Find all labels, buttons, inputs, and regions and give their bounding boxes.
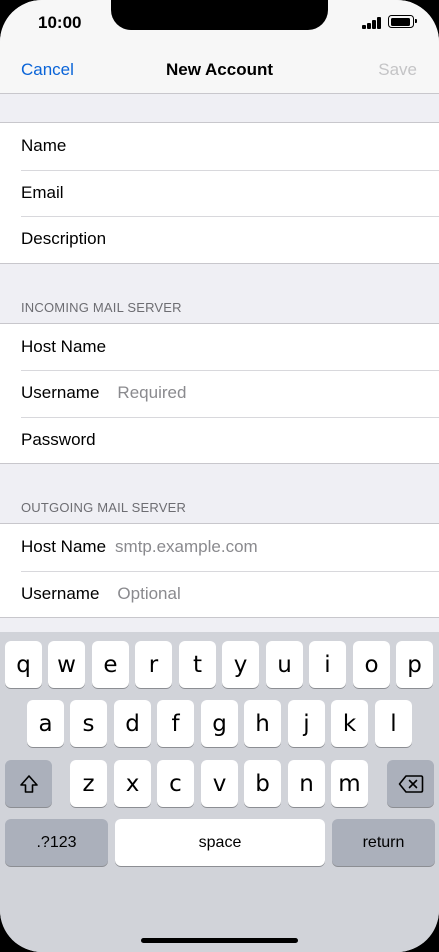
name-field[interactable]: Name bbox=[0, 123, 439, 170]
status-time: 10:00 bbox=[38, 13, 82, 32]
home-indicator bbox=[141, 938, 298, 943]
incoming-password-field[interactable]: Password bbox=[0, 416, 439, 464]
outgoing-host-name-field[interactable]: Host Name smtp.example.com bbox=[0, 524, 439, 571]
key-r[interactable]: r bbox=[135, 641, 172, 688]
email-field[interactable]: Email bbox=[0, 169, 439, 217]
key-d[interactable]: d bbox=[114, 700, 151, 747]
shift-key[interactable] bbox=[5, 760, 52, 807]
key-s[interactable]: s bbox=[70, 700, 107, 747]
incoming-host-name-label: Host Name bbox=[21, 336, 107, 356]
keyboard: q w e r t y u i o p a s d f g h j k l z … bbox=[0, 632, 439, 952]
incoming-section-header: INCOMING MAIL SERVER bbox=[21, 299, 182, 315]
name-label: Name bbox=[21, 136, 67, 156]
key-u[interactable]: u bbox=[266, 641, 303, 688]
key-o[interactable]: o bbox=[353, 641, 390, 688]
cellular-signal-icon bbox=[362, 17, 382, 29]
outgoing-host-value: smtp.example.com bbox=[115, 537, 258, 557]
return-key[interactable]: return bbox=[332, 819, 435, 866]
key-p[interactable]: p bbox=[396, 641, 433, 688]
key-a[interactable]: a bbox=[27, 700, 64, 747]
key-t[interactable]: t bbox=[179, 641, 216, 688]
key-m[interactable]: m bbox=[331, 760, 368, 807]
account-info-group: Name Email Description bbox=[0, 122, 439, 264]
key-b[interactable]: b bbox=[244, 760, 281, 807]
outgoing-username-label: Username bbox=[21, 583, 100, 603]
navigation-bar: Cancel New Account Save bbox=[0, 48, 439, 94]
description-label: Description bbox=[21, 229, 107, 249]
email-label: Email bbox=[21, 182, 64, 202]
key-q[interactable]: q bbox=[5, 641, 42, 688]
key-l[interactable]: l bbox=[375, 700, 412, 747]
key-n[interactable]: n bbox=[288, 760, 325, 807]
incoming-username-label: Username bbox=[21, 383, 100, 403]
key-j[interactable]: j bbox=[288, 700, 325, 747]
numbers-key[interactable]: .?123 bbox=[5, 819, 108, 866]
shift-icon bbox=[19, 774, 38, 793]
key-w[interactable]: w bbox=[48, 641, 85, 688]
key-c[interactable]: c bbox=[157, 760, 194, 807]
page-title: New Account bbox=[165, 60, 274, 79]
incoming-password-label: Password bbox=[21, 429, 96, 449]
key-i[interactable]: i bbox=[309, 641, 346, 688]
battery-icon bbox=[388, 15, 417, 28]
delete-icon bbox=[398, 774, 423, 793]
space-key[interactable]: space bbox=[115, 819, 325, 866]
key-v[interactable]: v bbox=[201, 760, 238, 807]
outgoing-username-placeholder: Optional bbox=[117, 583, 181, 603]
outgoing-section-header: OUTGOING MAIL SERVER bbox=[21, 500, 187, 515]
key-k[interactable]: k bbox=[331, 700, 368, 747]
key-y[interactable]: y bbox=[222, 641, 259, 688]
account-form: Name Email Description INCOMING MAIL SER… bbox=[0, 95, 439, 618]
phone-screen: 10:00 Cancel New Account Save Name Email… bbox=[0, 0, 439, 952]
incoming-username-field[interactable]: Username Required bbox=[0, 370, 439, 417]
outgoing-host-name-label: Host Name bbox=[21, 537, 107, 557]
outgoing-username-field[interactable]: Username Optional bbox=[0, 570, 439, 618]
key-h[interactable]: h bbox=[244, 700, 281, 747]
key-z[interactable]: z bbox=[70, 760, 107, 807]
notch bbox=[111, 0, 328, 30]
key-x[interactable]: x bbox=[114, 760, 151, 807]
description-field[interactable]: Description bbox=[0, 216, 439, 263]
key-f[interactable]: f bbox=[157, 700, 194, 747]
save-button[interactable]: Save bbox=[378, 60, 417, 80]
incoming-username-placeholder: Required bbox=[117, 383, 187, 403]
key-e[interactable]: e bbox=[92, 641, 129, 688]
delete-key[interactable] bbox=[387, 760, 434, 807]
outgoing-server-group: Host Name smtp.example.com Username Opti… bbox=[0, 523, 439, 618]
incoming-server-group: Host Name Username Required Password bbox=[0, 322, 439, 464]
status-bar: 10:00 bbox=[0, 0, 439, 48]
incoming-host-name-field[interactable]: Host Name bbox=[0, 324, 439, 371]
key-g[interactable]: g bbox=[201, 700, 238, 747]
